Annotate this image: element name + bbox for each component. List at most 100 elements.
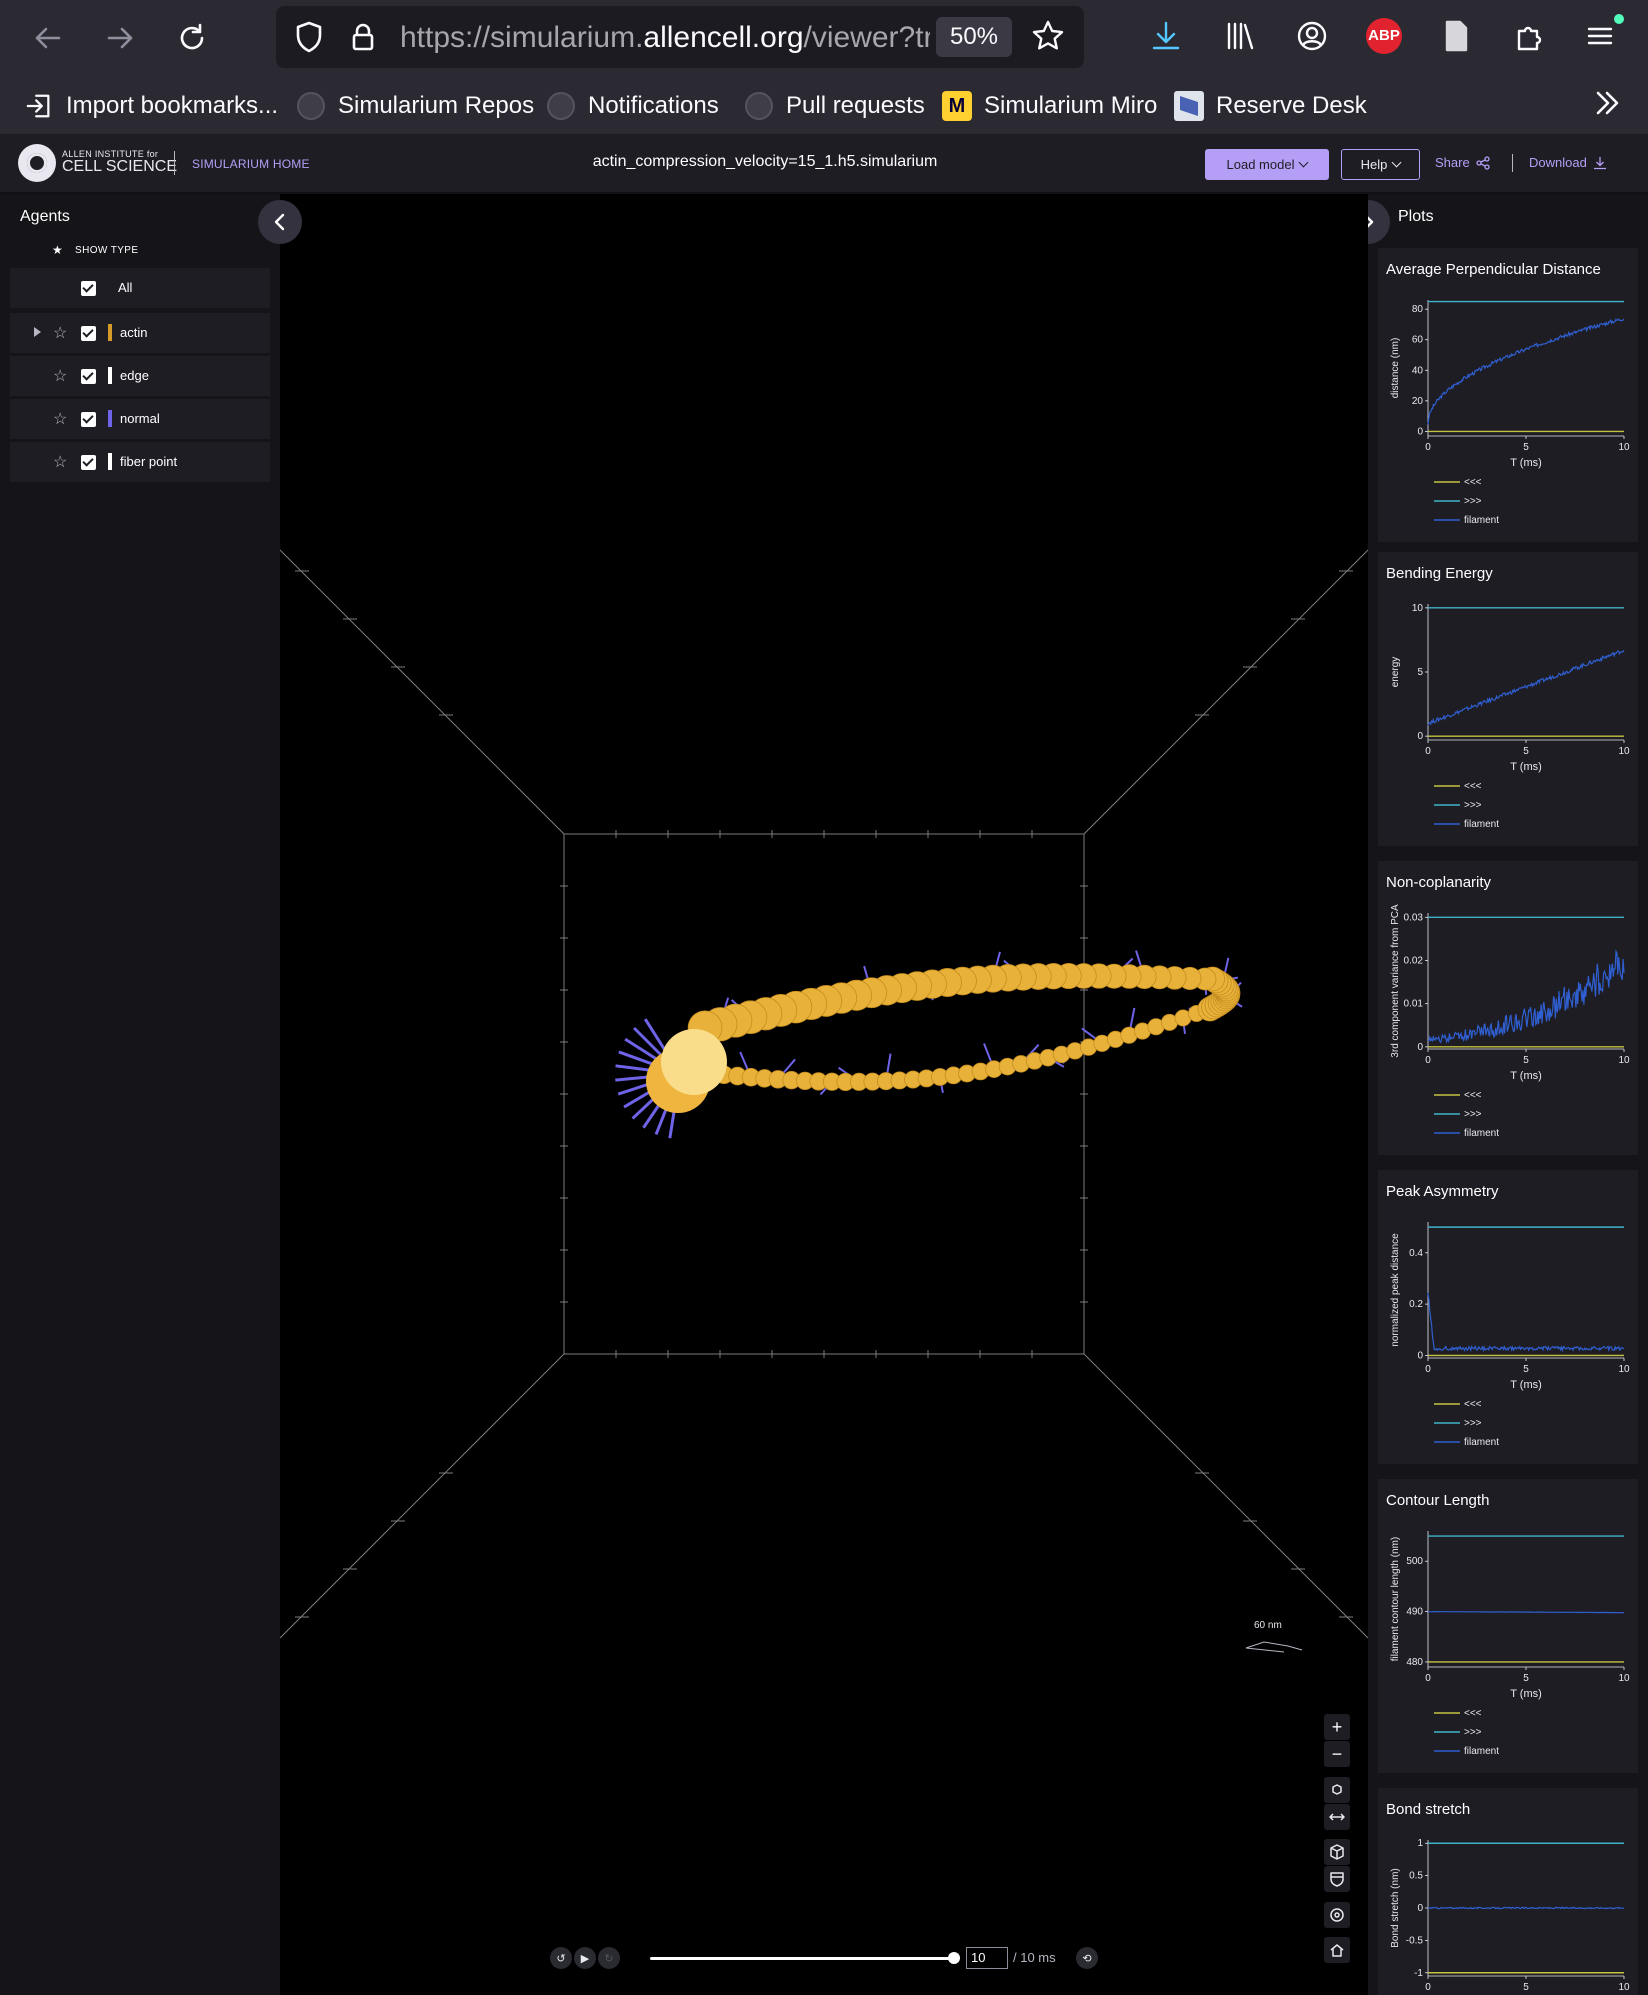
account-button[interactable]	[1290, 14, 1334, 58]
y-axis-label: filament contour length (nm)	[1390, 1537, 1401, 1662]
chevron-right-icon	[1368, 216, 1374, 228]
step-back-button[interactable]: ↺	[550, 1947, 572, 1969]
star-outline-icon[interactable]: ☆	[53, 323, 67, 343]
target-icon	[1330, 1908, 1344, 1922]
org-name[interactable]: ALLEN INSTITUTE for CELL SCIENCE	[62, 148, 177, 175]
bookmarks-overflow-button[interactable]	[1590, 86, 1630, 126]
checkbox-fiber-point[interactable]	[81, 455, 96, 470]
reset-camera-button[interactable]	[1324, 1902, 1350, 1928]
forward-button[interactable]	[96, 14, 144, 62]
file-title: actin_compression_velocity=15_1.h5.simul…	[592, 153, 938, 170]
actin-filament	[615, 950, 1243, 1139]
checkbox-edge[interactable]	[81, 369, 96, 384]
back-button[interactable]	[24, 14, 72, 62]
y-tick-label: 480	[1406, 1657, 1423, 1668]
series-line-filament	[1428, 1610, 1625, 1614]
x-tick-label: 5	[1523, 442, 1529, 453]
playback-controls: ↺ ▶ ↻ 10 / 10 ms ⟲	[550, 1944, 1110, 1974]
star-outline-icon[interactable]: ☆	[53, 409, 67, 429]
rewind-icon: ↺	[556, 1952, 566, 1965]
page-extension-button[interactable]	[1434, 14, 1478, 58]
pan-mode-button[interactable]	[1324, 1804, 1350, 1830]
plot-card: Peak Asymmetry 0 0.2 0.4 0 5 10 T (ms) normalize…	[1378, 1170, 1638, 1464]
share-button[interactable]: Share	[1435, 155, 1490, 170]
download-icon	[1593, 156, 1606, 169]
checkbox-all[interactable]	[81, 281, 96, 296]
load-model-button[interactable]: Load model	[1205, 149, 1329, 180]
show-type-header: ★ SHOW TYPE	[52, 243, 139, 257]
agent-row-edge: ☆ edge	[10, 356, 270, 396]
plot-chart: 0 0.01 0.02 0.03 0 5 10 T (ms) 3rd component var…	[1390, 904, 1630, 1139]
reload-button[interactable]	[168, 14, 216, 62]
bookmark-import[interactable]: Import bookmarks...	[24, 88, 278, 124]
allen-institute-logo-icon[interactable]	[18, 144, 56, 182]
collapse-right-panel-button[interactable]	[1368, 200, 1390, 244]
time-slider-track[interactable]	[650, 1957, 955, 1960]
x-tick-label: 5	[1523, 1982, 1529, 1993]
download-button[interactable]: Download	[1529, 155, 1607, 170]
focus-mode-button[interactable]	[1324, 1777, 1350, 1803]
adblock-plus-button[interactable]: ABP	[1362, 14, 1406, 58]
github-icon	[547, 92, 575, 120]
checkbox-normal[interactable]	[81, 412, 96, 427]
time-slider-handle[interactable]	[948, 1952, 960, 1964]
3d-view-button[interactable]	[1324, 1839, 1350, 1865]
legend-label: <<<	[1464, 1399, 1482, 1410]
bookmark-star-button[interactable]	[1030, 18, 1070, 58]
plot-chart: -1-0.500.510510T (ms)Bond stretch (nm)<<…	[1390, 1838, 1630, 1993]
2d-view-button[interactable]	[1324, 1866, 1350, 1892]
github-icon	[297, 92, 325, 120]
y-tick-label: 0.02	[1404, 955, 1424, 966]
legend-label: <<<	[1464, 1708, 1482, 1719]
y-axis-label: 3rd component variance from PCA	[1390, 904, 1401, 1058]
x-tick-label: 0	[1425, 1673, 1431, 1684]
bookmark-simularium-miro[interactable]: M Simularium Miro	[942, 88, 1157, 124]
double-chevron-right-icon	[1596, 91, 1619, 115]
y-tick-label: 0.01	[1404, 999, 1424, 1010]
library-icon	[1227, 22, 1254, 50]
y-tick-label: 80	[1412, 304, 1424, 315]
downloads-button[interactable]	[1144, 14, 1188, 58]
expand-caret-icon[interactable]	[34, 327, 41, 337]
play-button[interactable]: ▶	[574, 1947, 596, 1969]
help-button[interactable]: Help	[1341, 149, 1420, 180]
home-view-button[interactable]	[1324, 1937, 1350, 1963]
y-tick-label: 40	[1412, 365, 1424, 376]
extensions-button[interactable]	[1506, 14, 1550, 58]
legend-label: <<<	[1464, 781, 1482, 792]
collapse-left-panel-button[interactable]	[258, 200, 302, 244]
shield-icon[interactable]	[292, 20, 326, 54]
step-forward-button[interactable]: ↻	[598, 1947, 620, 1969]
zoom-level-badge[interactable]: 50%	[936, 17, 1012, 57]
y-tick-label: 10	[1412, 603, 1424, 614]
loop-button[interactable]: ⟲	[1076, 1947, 1098, 1969]
y-tick-label: 20	[1412, 396, 1424, 407]
bookmark-simularium-repos[interactable]: Simularium Repos	[296, 88, 534, 124]
lock-icon[interactable]	[346, 20, 380, 54]
3d-viewport[interactable]: 60 nm + − ↺ ▶ ↻ 10 / 10 ms ⟲	[280, 194, 1368, 1995]
zoom-out-button[interactable]: −	[1324, 1741, 1350, 1767]
address-bar[interactable]: https://simularium.allencell.org/viewer?…	[276, 6, 1084, 68]
checkbox-actin[interactable]	[81, 326, 96, 341]
app-menu-button[interactable]	[1578, 14, 1624, 58]
x-tick-label: 0	[1425, 746, 1431, 757]
agent-row-all: All	[10, 268, 270, 308]
plot-chart: 480 490 500 0 5 10 T (ms) filament contour leng…	[1390, 1531, 1630, 1757]
star-outline-icon[interactable]: ☆	[53, 452, 67, 472]
bookmark-reserve-desk[interactable]: Reserve Desk	[1174, 88, 1367, 124]
bookmark-notifications[interactable]: Notifications	[546, 88, 719, 124]
arrow-right-icon	[107, 27, 133, 49]
bookmark-pull-requests[interactable]: Pull requests	[744, 88, 925, 124]
x-tick-label: 5	[1523, 746, 1529, 757]
x-tick-label: 10	[1618, 1055, 1630, 1066]
library-button[interactable]	[1218, 14, 1262, 58]
star-outline-icon[interactable]: ☆	[53, 366, 67, 386]
series-line-filament	[1427, 318, 1625, 425]
url-text[interactable]: https://simularium.allencell.org/viewer?…	[400, 21, 930, 55]
series-line-filament	[1427, 1292, 1624, 1353]
time-input[interactable]: 10	[966, 1947, 1008, 1969]
simulation-scene[interactable]	[280, 194, 1368, 1995]
x-tick-label: 10	[1618, 1673, 1630, 1684]
simularium-home-link[interactable]: SIMULARIUM HOME	[192, 157, 310, 171]
zoom-in-button[interactable]: +	[1324, 1714, 1350, 1740]
